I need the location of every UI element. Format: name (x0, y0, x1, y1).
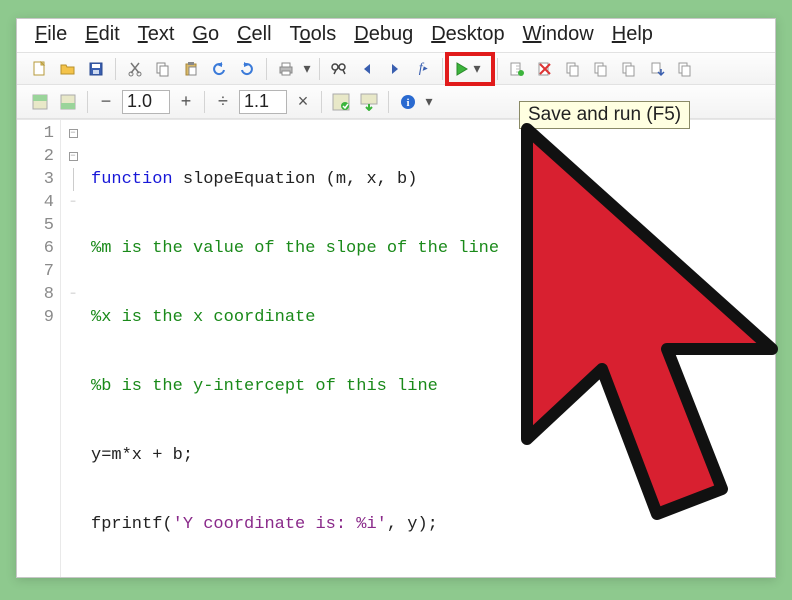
print-button[interactable] (275, 58, 297, 80)
decrement-button[interactable]: − (96, 90, 116, 114)
line-number: 2 (17, 145, 54, 168)
open-file-button[interactable] (57, 58, 79, 80)
menu-desktop[interactable]: Desktop (431, 23, 504, 46)
line-number: 6 (17, 237, 54, 260)
menu-debug[interactable]: Debug (354, 23, 413, 46)
stack-down-button[interactable] (646, 58, 668, 80)
eval-cell-advance-button[interactable] (358, 91, 380, 113)
fold-gutter: − − – – (61, 120, 85, 577)
increment-button[interactable]: + (176, 90, 196, 114)
undo-button[interactable] (208, 58, 230, 80)
code-editor[interactable]: 1 2 3 4 5 6 7 8 9 − − – – function slope… (17, 119, 775, 577)
find-button[interactable] (328, 58, 350, 80)
menu-cell[interactable]: Cell (237, 23, 271, 46)
new-file-button[interactable] (29, 58, 51, 80)
stack2-button[interactable] (590, 58, 612, 80)
line-number: 9 (17, 306, 54, 329)
line-number: 4 (17, 191, 54, 214)
divide-button[interactable]: ÷ (213, 90, 233, 114)
line-number: 3 (17, 168, 54, 191)
save-button[interactable] (85, 58, 107, 80)
menu-edit[interactable]: Edit (85, 23, 119, 46)
print-dropdown-icon[interactable]: ▾ (303, 60, 311, 77)
run-button-tooltip: Save and run (F5) (519, 101, 690, 129)
insert-cell-below-button[interactable] (57, 91, 79, 113)
multiply-button[interactable]: × (293, 90, 313, 114)
publish-button[interactable] (506, 58, 528, 80)
forward-button[interactable] (384, 58, 406, 80)
matlab-editor-window: File Edit Text Go Cell Tools Debug Deskt… (16, 18, 776, 578)
stack1-button[interactable] (562, 58, 584, 80)
eval-cell-button[interactable] (330, 91, 352, 113)
menubar: File Edit Text Go Cell Tools Debug Deskt… (17, 19, 775, 53)
line-number: 1 (17, 122, 54, 145)
fold-toggle-icon[interactable]: − (69, 129, 78, 138)
increment-value-2[interactable]: 1.1 (239, 90, 287, 114)
insert-cell-above-button[interactable] (29, 91, 51, 113)
stop-button[interactable] (534, 58, 556, 80)
run-button[interactable] (451, 58, 473, 80)
main-toolbar: ▾ f▸ ▾ (17, 53, 775, 85)
paste-button[interactable] (180, 58, 202, 80)
line-number: 7 (17, 260, 54, 283)
stack3-button[interactable] (618, 58, 640, 80)
info-dropdown-icon[interactable]: ▾ (425, 93, 433, 110)
line-number-gutter: 1 2 3 4 5 6 7 8 9 (17, 120, 61, 577)
menu-go[interactable]: Go (192, 23, 219, 46)
fold-toggle-icon[interactable]: − (69, 152, 78, 161)
redo-button[interactable] (236, 58, 258, 80)
run-dropdown-icon[interactable]: ▾ (473, 60, 481, 77)
copy-button[interactable] (152, 58, 174, 80)
increment-value-1[interactable]: 1.0 (122, 90, 170, 114)
info-button[interactable]: i (397, 91, 419, 113)
menu-tools[interactable]: Tools (290, 23, 337, 46)
line-number: 5 (17, 214, 54, 237)
menu-help[interactable]: Help (612, 23, 653, 46)
menu-file[interactable]: File (35, 23, 67, 46)
stack4-button[interactable] (674, 58, 696, 80)
cut-button[interactable] (124, 58, 146, 80)
menu-text[interactable]: Text (138, 23, 175, 46)
svg-text:i: i (406, 97, 409, 109)
function-hint-button[interactable]: f▸ (412, 58, 434, 80)
back-button[interactable] (356, 58, 378, 80)
menu-window[interactable]: Window (523, 23, 594, 46)
line-number: 8 (17, 283, 54, 306)
code-area[interactable]: function slopeEquation (m, x, b) %m is t… (85, 120, 775, 577)
